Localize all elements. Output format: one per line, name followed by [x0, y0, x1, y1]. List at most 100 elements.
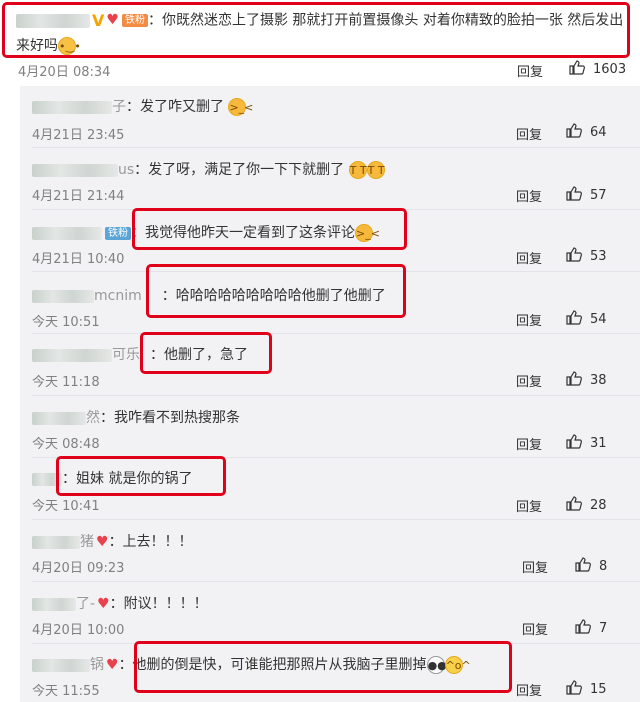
- highlight-box: [146, 264, 406, 318]
- reply-item: 可乐 ：他删了，急了 今天 11:18 回复 38: [20, 334, 640, 396]
- username-tail: 可乐: [112, 347, 140, 363]
- username-blurred[interactable]: [32, 348, 112, 362]
- like-count: 64: [590, 125, 607, 140]
- reply-text: ：上去！！！: [108, 534, 193, 550]
- reply-content: 然：我咋看不到热搜那条: [32, 407, 240, 427]
- like-count: 31: [590, 436, 607, 451]
- like-button[interactable]: 15: [566, 680, 607, 697]
- reply-item: us：发了呀，满足了你一下下就删了 T TT T 4月21日 21:44 回复 …: [20, 148, 640, 210]
- crying-emoji-icon: T T: [366, 161, 385, 179]
- reply-button[interactable]: 回复: [522, 557, 548, 576]
- fan-badge: 铁粉: [105, 226, 131, 240]
- reply-item: 了- ♥：附议！！！！ 4月20日 10:00 回复 7: [20, 582, 640, 644]
- like-count: 57: [590, 188, 607, 203]
- reply-item: 子：发了咋又删了 >_< 4月21日 23:45 回复 64: [20, 86, 640, 148]
- reply-content: us：发了呀，满足了你一下下就删了 T TT T: [32, 159, 385, 179]
- main-like-count: 1603: [593, 62, 627, 77]
- reply-button[interactable]: 回复: [516, 310, 542, 329]
- username-blurred[interactable]: [32, 411, 86, 425]
- thumbs-up-icon: [566, 310, 582, 325]
- heart-badge-icon: ♥: [106, 12, 119, 28]
- shy-emoji-icon: •‿•: [58, 36, 81, 55]
- thumbs-up-icon: [566, 434, 582, 449]
- like-button[interactable]: 7: [575, 619, 607, 636]
- username-tail: 锅: [90, 657, 104, 673]
- reply-button[interactable]: 回复: [522, 619, 548, 638]
- main-like-button[interactable]: 1603: [569, 60, 626, 77]
- like-count: 54: [590, 312, 607, 327]
- highlight-box: [132, 208, 407, 250]
- sweat-emoji-icon: >_<: [228, 98, 253, 116]
- username-blurred[interactable]: [32, 100, 112, 114]
- reply-button[interactable]: 回复: [516, 186, 542, 205]
- main-reply-button[interactable]: 回复: [517, 61, 543, 80]
- reply-text: ：发了咋又删了: [126, 99, 224, 115]
- highlight-box: [134, 641, 512, 693]
- reply-time: 4月21日 23:45: [32, 128, 125, 143]
- like-button[interactable]: 53: [566, 247, 607, 264]
- reply-button[interactable]: 回复: [516, 434, 542, 453]
- thumbs-up-icon: [566, 186, 582, 201]
- like-count: 53: [590, 249, 607, 264]
- username-blurred[interactable]: [32, 226, 102, 240]
- username-tail: 了-: [76, 596, 96, 612]
- reply-time: 4月21日 10:40: [32, 252, 125, 267]
- username-blurred[interactable]: [32, 658, 90, 672]
- reply-time: 今天 10:41: [32, 499, 100, 514]
- main-comment: V ♥ 铁粉 ：你既然迷恋上了摄影 那就打开前置摄像头 对着你精致的脸拍一张 然后发出…: [0, 0, 640, 86]
- crying-emoji-icon: T T: [348, 161, 367, 179]
- like-count: 7: [599, 621, 608, 636]
- like-button[interactable]: 31: [566, 434, 607, 451]
- username-blurred[interactable]: [32, 597, 76, 611]
- like-count: 8: [599, 559, 608, 574]
- reply-time: 今天 11:18: [32, 375, 100, 390]
- reply-button[interactable]: 回复: [516, 496, 542, 515]
- like-count: 15: [590, 682, 607, 697]
- reply-item: 然：我咋看不到热搜那条 今天 08:48 回复 31: [20, 396, 640, 458]
- like-button[interactable]: 57: [566, 186, 607, 203]
- like-button[interactable]: 54: [566, 310, 607, 327]
- thumbs-up-icon: [575, 619, 591, 634]
- username-blurred[interactable]: [32, 163, 118, 177]
- reply-button[interactable]: 回复: [516, 124, 542, 143]
- reply-text: ：附议！！！！: [109, 596, 208, 612]
- thumbs-up-icon: [566, 680, 582, 695]
- reply-time: 今天 08:48: [32, 437, 100, 452]
- reply-item: 猪 ♥：上去！！！ 4月20日 09:23 回复 8: [20, 520, 640, 582]
- like-button[interactable]: 8: [575, 557, 607, 574]
- reply-button[interactable]: 回复: [516, 371, 542, 390]
- verified-icon: V: [92, 11, 105, 30]
- username-tail: us: [118, 162, 135, 178]
- thumbs-up-icon: [569, 60, 585, 75]
- reply-content: 了- ♥：附议！！！！: [32, 593, 208, 613]
- username-blurred[interactable]: [32, 535, 80, 549]
- heart-badge-icon: ♥: [96, 534, 109, 550]
- main-comment-time: 4月20日 08:34: [18, 65, 111, 80]
- reply-content: 猪 ♥：上去！！！: [32, 531, 193, 551]
- reply-text: ：发了呀，满足了你一下下就删了: [134, 162, 345, 178]
- reply-button[interactable]: 回复: [516, 248, 542, 267]
- main-comment-text-block: V ♥ 铁粉 ：你既然迷恋上了摄影 那就打开前置摄像头 对着你精致的脸拍一张 然后发出…: [16, 8, 626, 59]
- reply-text: ：我咋看不到热搜那条: [100, 410, 240, 426]
- highlight-box: [140, 332, 272, 374]
- username-blurred[interactable]: [32, 289, 94, 303]
- like-button[interactable]: 28: [566, 496, 607, 513]
- username-tail: 子: [112, 99, 126, 115]
- highlight-box: [56, 456, 226, 496]
- like-button[interactable]: 64: [566, 123, 607, 140]
- like-button[interactable]: 38: [566, 371, 607, 388]
- thumbs-up-icon: [566, 496, 582, 511]
- reply-content: 子：发了咋又删了 >_<: [32, 96, 253, 116]
- username-tail: mcnim: [94, 288, 142, 304]
- username-blurred[interactable]: [16, 13, 90, 28]
- reply-time: 今天 10:51: [32, 315, 100, 330]
- username-tail: 猪: [80, 534, 94, 550]
- sub-comments-panel: 子：发了咋又删了 >_< 4月21日 23:45 回复 64 us：发了呀，满足…: [20, 86, 640, 702]
- thumbs-up-icon: [566, 247, 582, 262]
- thumbs-up-icon: [575, 557, 591, 572]
- fan-badge: 铁粉: [121, 14, 148, 27]
- reply-button[interactable]: 回复: [516, 680, 542, 699]
- reply-time: 4月20日 10:00: [32, 623, 125, 638]
- heart-badge-icon: ♥: [106, 657, 119, 673]
- reply-time: 4月21日 21:44: [32, 189, 125, 204]
